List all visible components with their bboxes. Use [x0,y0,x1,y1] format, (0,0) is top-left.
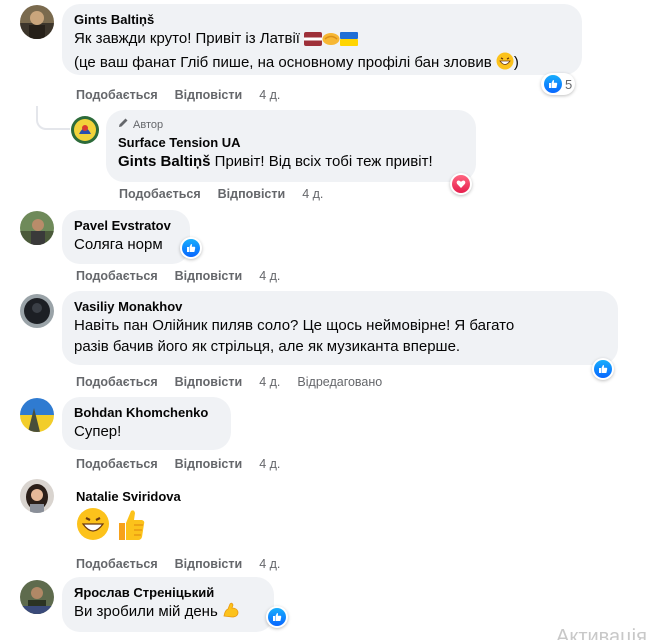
comment-bubble: Pavel Evstratov Соляга норм [62,210,190,264]
reaction-summary[interactable] [592,358,614,380]
comment-actions: Подобається Відповісти 4 д. [76,87,280,103]
comment-bubble: Gints Baltiņš Як завжди круто! Привіт із… [62,4,582,75]
reply-button[interactable]: Відповісти [218,186,286,202]
reaction-summary[interactable] [180,237,202,259]
thread-line [36,106,70,130]
like-button[interactable]: Подобається [76,87,158,103]
reply-button[interactable]: Відповісти [175,87,243,103]
avatar[interactable] [20,294,54,328]
latvia-flag-emoji [304,31,323,52]
like-reaction-icon [544,75,562,93]
comment-bubble: Bohdan Khomchenko Супер! [62,397,231,450]
timestamp[interactable]: 4 д. [259,374,280,390]
commenter-name[interactable]: Vasiliy Monakhov [74,298,606,315]
love-reaction-icon [452,175,470,193]
commenter-name[interactable]: Natalie Sviridova [76,488,181,505]
reaction-summary[interactable] [450,173,472,195]
like-button[interactable]: Подобається [76,556,158,572]
comment-text: Соляга норм [74,236,163,253]
grinning-emoji [496,52,514,76]
timestamp[interactable]: 4 д. [259,87,280,103]
comment-text-line: разів бачив його як стрільця, але як муз… [74,338,461,355]
comment-text-line: (це ваш фанат Гліб пише, на основному пр… [74,52,570,76]
avatar[interactable] [20,5,54,39]
comment-actions: Подобається Відповісти 4 д. [76,456,280,472]
author-badge: Автор [118,117,464,132]
grinning-emoji [76,507,110,548]
comment-text: Супер! [74,423,122,440]
activation-watermark: Активація [556,626,647,640]
commenter-name[interactable]: Pavel Evstratov [74,217,178,234]
comment-emoji-content [76,507,148,548]
edited-label[interactable]: Відредаговано [297,374,382,390]
like-button[interactable]: Подобається [76,374,158,390]
comment-actions: Подобається Відповісти 4 д. [76,556,280,572]
comment-text: Навіть пан Олійник пиляв соло? Це щось н… [74,317,515,334]
avatar[interactable] [20,479,54,513]
reaction-summary[interactable] [266,606,288,628]
timestamp[interactable]: 4 д. [259,556,280,572]
reaction-summary[interactable]: 5 [541,73,576,95]
comment-text: Gints Baltiņš Привіт! Від всіх тобі теж … [118,153,433,170]
avatar[interactable] [20,580,54,614]
like-button[interactable]: Подобається [76,456,158,472]
comment-actions: Подобається Відповісти 4 д. Відредагован… [76,374,382,390]
comment-text: Як завжди круто! Привіт із Латвії [74,28,570,52]
commenter-name[interactable]: Ярослав Стреніцький [74,584,262,601]
reply-button[interactable]: Відповісти [175,556,243,572]
like-reaction-icon [594,360,612,378]
like-button[interactable]: Подобається [76,268,158,284]
timestamp[interactable]: 4 д. [259,456,280,472]
handshake-emoji [322,30,340,52]
avatar[interactable] [71,116,99,144]
comment-bubble: Ярослав Стреніцький Ви зробили мій день [62,577,274,632]
comment-text: Ви зробили мій день [74,601,262,625]
reply-button[interactable]: Відповісти [175,268,243,284]
ukraine-flag-emoji [340,31,359,52]
commenter-name[interactable]: Surface Tension UA [118,134,464,151]
reply-button[interactable]: Відповісти [175,374,243,390]
comment-bubble: Vasiliy Monakhov Навіть пан Олійник пиля… [62,291,618,365]
avatar[interactable] [20,211,54,245]
commenter-name[interactable]: Bohdan Khomchenko [74,404,219,421]
mention-link[interactable]: Gints Baltiņš [118,153,211,170]
avatar[interactable] [20,398,54,432]
pencil-icon [118,117,129,132]
like-reaction-icon [182,239,200,257]
like-button[interactable]: Подобається [119,186,201,202]
reaction-count: 5 [565,76,573,92]
timestamp[interactable]: 4 д. [259,268,280,284]
thumbs-up-emoji [114,507,148,548]
reply-button[interactable]: Відповісти [175,456,243,472]
comment-actions: Подобається Відповісти 4 д. [76,268,280,284]
commenter-name[interactable]: Gints Baltiņš [74,11,570,28]
timestamp[interactable]: 4 д. [302,186,323,202]
comment-bubble: Автор Surface Tension UA Gints Baltiņš П… [106,110,476,182]
like-reaction-icon [268,608,286,626]
comment-actions: Подобається Відповісти 4 д. [119,186,323,202]
flexed-biceps-emoji [222,601,240,625]
